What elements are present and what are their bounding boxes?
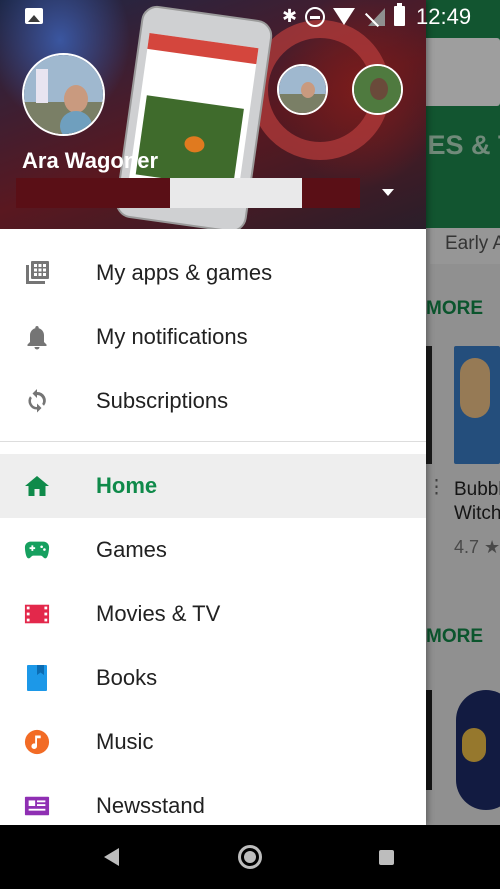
bluetooth-icon: ✱	[282, 6, 298, 26]
menu-item-label: Books	[96, 665, 158, 690]
dropdown-arrow-icon	[382, 188, 394, 196]
wifi-icon	[333, 8, 355, 25]
menu-item-label: Subscriptions	[96, 388, 229, 413]
menu-item-subscriptions[interactable]: Subscriptions	[0, 369, 426, 433]
avatar[interactable]	[22, 53, 105, 136]
account-switcher-toggle[interactable]	[376, 182, 400, 202]
do-not-disturb-icon	[305, 7, 325, 27]
film-icon	[24, 601, 50, 627]
back-icon[interactable]	[104, 848, 119, 866]
menu-item-notifications[interactable]: My notifications	[0, 305, 426, 369]
account-name: Ara Wagoner	[22, 148, 159, 173]
menu-item-label: Games	[96, 537, 167, 562]
menu-item-label: Music	[96, 729, 154, 754]
menu-item-games[interactable]: Games	[0, 518, 426, 582]
menu-item-label: My notifications	[96, 324, 248, 349]
home-icon	[24, 473, 50, 499]
account-header: Ara Wagoner	[0, 0, 426, 229]
navigation-drawer: Ara Wagoner My apps & games My notificat…	[0, 0, 426, 825]
menu-item-music[interactable]: Music	[0, 710, 426, 774]
drawer-menu-primary: My apps & games My notifications Subscri…	[0, 241, 426, 433]
bell-icon	[24, 324, 50, 350]
menu-item-my-apps[interactable]: My apps & games	[0, 241, 426, 305]
image-notification-icon	[25, 8, 43, 24]
recents-icon[interactable]	[379, 850, 394, 865]
menu-item-label: My apps & games	[96, 260, 273, 285]
menu-divider	[0, 441, 426, 442]
status-bar: ✱ 12:49	[0, 0, 500, 34]
status-time: 12:49	[416, 4, 472, 29]
drawer-menu-categories: Home Games Movies & TV Books Music Newss…	[0, 454, 426, 825]
menu-item-newsstand[interactable]: Newsstand	[0, 774, 426, 825]
menu-item-movies-tv[interactable]: Movies & TV	[0, 582, 426, 646]
menu-item-label: Newsstand	[96, 793, 205, 818]
home-button-icon[interactable]	[238, 845, 262, 869]
menu-item-books[interactable]: Books	[0, 646, 426, 710]
no-signal-icon	[364, 8, 385, 28]
newsstand-icon	[24, 793, 50, 819]
refresh-icon	[24, 388, 50, 414]
menu-item-label: Movies & TV	[96, 601, 221, 626]
book-icon	[24, 665, 50, 691]
secondary-account-avatar[interactable]	[352, 64, 403, 115]
apps-grid-icon	[24, 260, 50, 286]
music-icon	[24, 729, 50, 755]
secondary-account-avatar[interactable]	[277, 64, 328, 115]
account-email-redacted	[16, 178, 360, 208]
menu-item-label: Home	[96, 473, 158, 498]
battery-icon	[394, 3, 405, 26]
gamepad-icon	[24, 537, 50, 563]
menu-item-home[interactable]: Home	[0, 454, 426, 518]
